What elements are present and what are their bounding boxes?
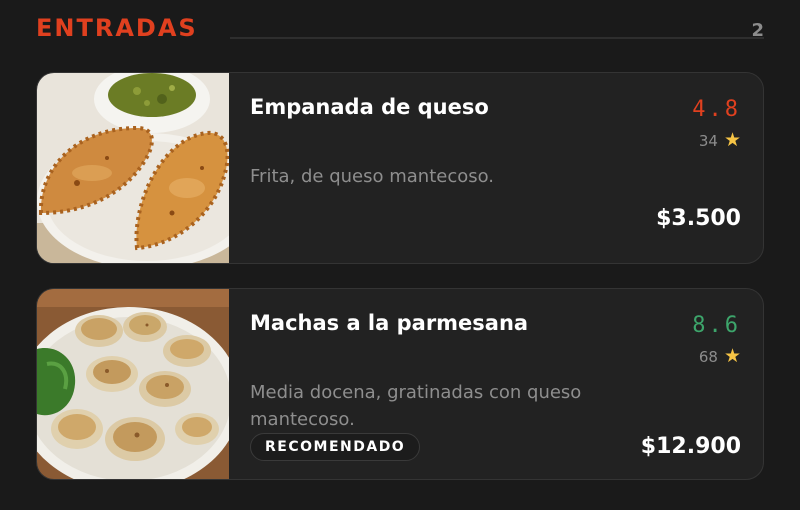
menu-item-card[interactable]: Empanada de queso 4.8 34 ★ Frita, de que…	[36, 72, 764, 264]
dish-description: Media docena, gratinadas con queso mante…	[250, 382, 582, 430]
dish-photo-machas	[37, 289, 229, 479]
section-title: ENTRADAS	[36, 14, 198, 42]
rating-votes: 68 ★	[699, 347, 741, 366]
section-item-count: 2	[751, 20, 764, 41]
dish-name: Empanada de queso	[250, 95, 489, 119]
star-icon: ★	[723, 129, 741, 151]
dish-photo-empanada	[37, 73, 229, 263]
star-icon: ★	[723, 345, 741, 367]
rating-votes: 34 ★	[699, 131, 741, 150]
dish-description: Frita, de queso mantecoso.	[250, 166, 495, 187]
dish-name: Machas a la parmesana	[250, 311, 529, 335]
dish-rating: 8.6	[692, 313, 741, 338]
menu-item-card[interactable]: Machas a la parmesana 8.6 68 ★ Media doc…	[36, 288, 764, 480]
dish-rating: 4.8	[692, 97, 741, 122]
votes-count: 34	[698, 131, 718, 150]
dish-price: $3.500	[656, 206, 741, 231]
recommended-badge: RECOMENDADO	[250, 433, 421, 461]
section-divider	[230, 37, 764, 39]
section-header: ENTRADAS 2	[36, 14, 766, 48]
votes-count: 68	[698, 347, 718, 366]
dish-price: $12.900	[640, 434, 741, 459]
